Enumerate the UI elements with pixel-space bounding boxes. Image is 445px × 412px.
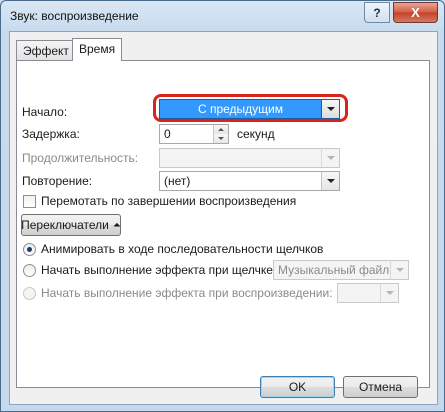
trigger-object-select: Музыкальный файл 1 [273,260,409,280]
title-bar[interactable]: Звук: воспроизведение ? X [1,1,444,31]
tab-timing-label: Время [79,42,116,56]
help-button[interactable]: ? [364,2,390,23]
tab-timing[interactable]: Время [72,38,123,61]
rewind-label[interactable]: Перемотать по завершении воспроизведения [41,194,296,208]
radio-click-sequence-label[interactable]: Анимировать в ходе последовательности ще… [41,242,323,256]
dialog-body: Эффект Время Начало: С предыдущим Задерж… [9,31,438,405]
rewind-checkbox[interactable] [23,195,36,208]
repeat-label: Повторение: [22,174,93,188]
close-icon: X [411,5,420,20]
tab-effect-label: Эффект [23,44,69,58]
cancel-button[interactable]: Отмена [343,376,418,398]
bookmark-select [337,283,399,303]
chevron-down-icon [380,284,398,302]
chevron-down-icon [321,149,339,167]
repeat-select[interactable]: (нет) [159,171,340,191]
spin-up-icon[interactable] [214,125,228,134]
tab-effect[interactable]: Эффект [16,40,76,60]
dialog-window: Звук: воспроизведение ? X Эффект Время Н… [0,0,445,412]
delay-value: 0 [164,127,171,141]
ok-button[interactable]: OK [260,376,335,398]
window-title: Звук: воспроизведение [10,9,139,23]
delay-spinner[interactable] [213,125,228,143]
radio-on-playback-label: Начать выполнение эффекта при воспроизве… [41,286,333,300]
delay-label: Задержка: [22,127,80,141]
radio-on-playback [23,287,36,300]
repeat-value: (нет) [164,174,191,188]
radio-on-click-label[interactable]: Начать выполнение эффекта при щелчке [41,263,273,277]
highlight-ring [153,94,348,122]
duration-select [159,148,340,168]
chevron-down-icon[interactable] [321,172,339,190]
radio-click-sequence[interactable] [23,243,36,256]
triggers-button[interactable]: Переключатели ⏶ [21,214,121,236]
trigger-object-value: Музыкальный файл 1 [278,263,400,277]
radio-on-click[interactable] [23,264,36,277]
delay-input[interactable]: 0 [159,124,229,144]
duration-label: Продолжительность: [22,151,139,165]
collapse-up-icon: ⏶ [112,219,121,231]
chevron-down-icon [390,261,408,279]
start-label: Начало: [22,105,68,119]
spin-down-icon[interactable] [214,134,228,143]
timing-panel: Начало: С предыдущим Задержка: 0 секунд … [16,60,430,388]
close-button[interactable]: X [393,2,438,23]
triggers-label: Переключатели [21,218,109,232]
delay-unit: секунд [237,127,275,141]
